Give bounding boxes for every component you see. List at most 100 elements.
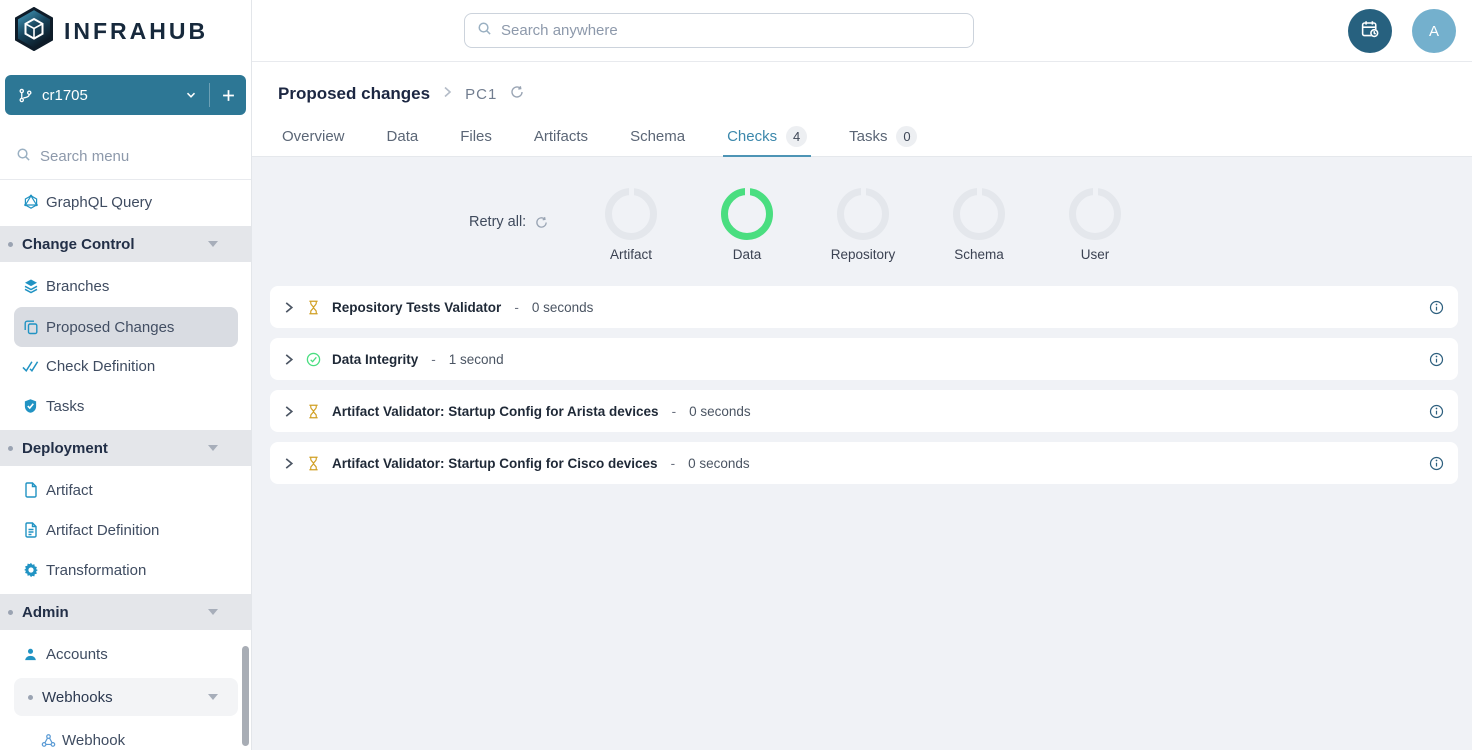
separator: - [671, 456, 676, 471]
global-search-input[interactable] [501, 22, 941, 39]
tab-schema[interactable]: Schema [626, 118, 689, 157]
status-icon [305, 300, 321, 315]
separator: - [514, 300, 519, 315]
check-category-repository[interactable]: Repository [837, 188, 889, 240]
shield-check-icon [22, 398, 39, 414]
sidebar-item-graphql-query[interactable]: GraphQL Query [0, 182, 251, 222]
sidebar-section-deployment[interactable]: Deployment [0, 430, 251, 466]
refresh-icon[interactable] [510, 85, 524, 104]
status-icon [305, 404, 321, 419]
ring-label: User [1025, 247, 1165, 262]
chevron-right-icon[interactable] [284, 405, 294, 418]
tab-bar: Overview Data Files Artifacts Schema Che… [278, 118, 921, 157]
validator-row[interactable]: Artifact Validator: Startup Config for A… [270, 390, 1458, 432]
sidebar-item-webhook[interactable]: Webhook [0, 720, 251, 750]
tab-files[interactable]: Files [456, 118, 496, 157]
tab-checks[interactable]: Checks 4 [723, 118, 811, 157]
tab-badge: 4 [786, 126, 807, 147]
add-branch-button[interactable] [209, 83, 246, 107]
section-label: Change Control [22, 236, 135, 253]
app-logo[interactable]: INFRAHUB [14, 7, 208, 56]
tab-overview[interactable]: Overview [278, 118, 349, 157]
breadcrumb-item[interactable]: PC1 [465, 86, 497, 103]
graphql-icon [22, 194, 39, 210]
tab-artifacts[interactable]: Artifacts [530, 118, 592, 157]
file-text-icon [22, 522, 39, 538]
tab-badge: 0 [896, 126, 917, 147]
caret-down-icon [208, 241, 218, 247]
sidebar-item-artifact[interactable]: Artifact [0, 470, 251, 510]
branch-selector-value: cr1705 [42, 87, 88, 104]
tab-tasks[interactable]: Tasks 0 [845, 118, 921, 157]
topbar: A [252, 0, 1472, 62]
info-icon[interactable] [1429, 300, 1444, 315]
sidebar-item-artifact-definition[interactable]: Artifact Definition [0, 510, 251, 550]
sidebar-menu: GraphQL Query Change Control Branches [0, 181, 251, 750]
info-icon[interactable] [1429, 404, 1444, 419]
sidebar: INFRAHUB cr1705 [0, 0, 252, 750]
sidebar-item-proposed-changes[interactable]: Proposed Changes [14, 307, 238, 347]
subsection-label: Webhooks [42, 689, 113, 706]
checks-panel: Retry all: Artifact Data Repository Sche… [252, 157, 1472, 750]
tab-data[interactable]: Data [383, 118, 423, 157]
check-category-artifact[interactable]: Artifact [605, 188, 657, 240]
tab-label: Schema [630, 128, 685, 145]
sidebar-item-transformation[interactable]: Transformation [0, 550, 251, 590]
chevron-down-icon[interactable] [185, 89, 197, 101]
sidebar-item-check-definition[interactable]: Check Definition [0, 346, 251, 386]
sidebar-section-admin[interactable]: Admin [0, 594, 251, 630]
sidebar-subsection-webhooks[interactable]: Webhooks [14, 678, 238, 716]
sidebar-section-change-control[interactable]: Change Control [0, 226, 251, 262]
user-icon [22, 647, 39, 662]
validator-row[interactable]: Artifact Validator: Startup Config for C… [270, 442, 1458, 484]
check-category-data[interactable]: Data [721, 188, 773, 240]
chevron-right-icon[interactable] [284, 353, 294, 366]
validator-name: Repository Tests Validator [332, 300, 501, 315]
avatar[interactable]: A [1412, 9, 1456, 53]
branch-selector[interactable]: cr1705 [5, 75, 246, 115]
info-icon[interactable] [1429, 352, 1444, 367]
chevron-right-icon [443, 85, 452, 103]
progress-ring [605, 188, 657, 240]
caret-down-icon [208, 694, 218, 700]
validator-duration: 0 seconds [532, 300, 594, 315]
info-icon[interactable] [1429, 456, 1444, 471]
copy-pages-icon [22, 319, 39, 335]
sidebar-item-accounts[interactable]: Accounts [0, 634, 251, 674]
progress-ring [953, 188, 1005, 240]
calendar-clock-icon [1360, 19, 1381, 43]
search-icon [16, 147, 31, 167]
validator-row[interactable]: Data Integrity - 1 second [270, 338, 1458, 380]
chevron-right-icon[interactable] [284, 301, 294, 314]
check-circle-icon [306, 352, 321, 367]
tab-label: Overview [282, 128, 345, 145]
sidebar-item-label: Artifact Definition [46, 522, 159, 539]
page-title[interactable]: Proposed changes [278, 84, 430, 104]
check-category-schema[interactable]: Schema [953, 188, 1005, 240]
section-label: Admin [22, 604, 69, 621]
sidebar-item-label: Check Definition [46, 358, 155, 375]
sidebar-item-label: Tasks [46, 398, 84, 415]
sidebar-scrollbar[interactable] [242, 646, 249, 746]
breadcrumb: Proposed changes PC1 [278, 84, 524, 104]
validator-name: Data Integrity [332, 352, 418, 367]
retry-icon[interactable] [535, 216, 548, 229]
caret-down-icon [208, 445, 218, 451]
section-label: Deployment [22, 440, 108, 457]
caret-down-icon [208, 609, 218, 615]
separator: - [672, 404, 677, 419]
sidebar-item-branches[interactable]: Branches [0, 266, 251, 306]
sidebar-search-input[interactable] [40, 148, 220, 165]
time-travel-button[interactable] [1348, 9, 1392, 53]
sidebar-search [0, 134, 251, 180]
chevron-right-icon[interactable] [284, 457, 294, 470]
sidebar-item-tasks[interactable]: Tasks [0, 386, 251, 426]
progress-ring [721, 188, 773, 240]
hourglass-icon [308, 456, 319, 471]
retry-all-label: Retry all: [469, 214, 526, 230]
check-category-user[interactable]: User [1069, 188, 1121, 240]
sidebar-item-label: Branches [46, 278, 109, 295]
validator-row[interactable]: Repository Tests Validator - 0 seconds [270, 286, 1458, 328]
sidebar-item-label: Artifact [46, 482, 93, 499]
tab-label: Checks [727, 128, 777, 145]
